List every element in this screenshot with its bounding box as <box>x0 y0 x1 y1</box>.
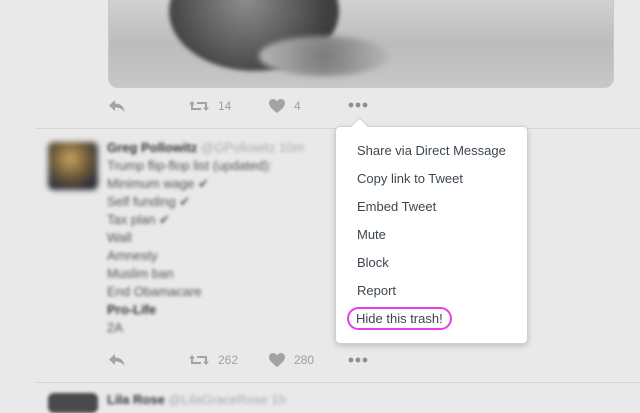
media-shape <box>259 36 389 76</box>
menu-item-block[interactable]: Block <box>336 249 527 277</box>
tweet-line: 2A <box>107 320 123 335</box>
tweet-text: Trump flip-flop list (updated): Minimum … <box>107 157 272 337</box>
tweet-media-image[interactable] <box>108 0 614 88</box>
reply-icon <box>109 100 125 112</box>
author-name[interactable]: Greg Pollowitz <box>107 140 197 155</box>
menu-item-share-dm[interactable]: Share via Direct Message <box>336 137 527 165</box>
more-icon <box>348 357 368 363</box>
like-button[interactable]: 280 <box>268 352 314 368</box>
tweet-time[interactable]: 10m <box>279 140 304 155</box>
tweet-line: Muslim ban <box>107 266 174 281</box>
avatar[interactable] <box>48 142 98 190</box>
tweet-line: End Obamacare <box>107 284 202 299</box>
tweet-line: Wall <box>107 230 132 245</box>
more-button[interactable] <box>348 357 368 363</box>
more-icon <box>348 102 368 108</box>
menu-item-hide[interactable]: Hide this trash! <box>336 305 527 333</box>
menu-item-report[interactable]: Report <box>336 277 527 305</box>
like-button[interactable]: 4 <box>268 98 301 114</box>
tweet-header: Greg Pollowitz @GPollowitz 10m <box>107 139 304 157</box>
reply-icon <box>109 354 125 366</box>
tweet-line: Pro-Life <box>107 302 157 317</box>
tweet-line: Amnesty <box>107 248 158 263</box>
reply-button[interactable] <box>108 98 126 114</box>
retweet-icon <box>189 355 209 365</box>
menu-item-copy-link[interactable]: Copy link to Tweet <box>336 165 527 193</box>
like-count: 280 <box>294 353 315 367</box>
menu-list: Share via Direct Message Copy link to Tw… <box>336 127 527 333</box>
retweet-icon <box>189 101 209 111</box>
retweet-count: 14 <box>218 99 232 113</box>
tweet-line: Trump flip-flop list (updated): <box>107 158 272 173</box>
like-count: 4 <box>294 99 301 113</box>
retweet-count: 262 <box>218 353 239 367</box>
tweet-header: Lila Rose @LilaGraceRose 1h <box>107 391 286 409</box>
tweet-line: Minimum wage ✔ <box>107 176 209 191</box>
more-button[interactable] <box>348 102 368 108</box>
tweet-line: Self funding ✔ <box>107 194 191 209</box>
menu-item-embed[interactable]: Embed Tweet <box>336 193 527 221</box>
like-icon <box>269 99 285 113</box>
tweet-line: Tax plan ✔ <box>107 212 170 227</box>
tweet-divider <box>36 382 640 383</box>
retweet-button[interactable]: 14 <box>188 98 231 114</box>
avatar[interactable] <box>48 393 98 413</box>
menu-item-mute[interactable]: Mute <box>336 221 527 249</box>
retweet-button[interactable]: 262 <box>188 352 238 368</box>
like-icon <box>269 353 285 367</box>
menu-item-hide-label: Hide this trash! <box>347 307 452 330</box>
author-handle: @GPollowitz <box>200 140 276 155</box>
reply-button[interactable] <box>108 352 126 368</box>
timeline: 14 4 Greg Pollowitz @GPollowitz 10m Trum… <box>0 0 640 413</box>
tweet-actions-menu: Share via Direct Message Copy link to Tw… <box>335 117 528 344</box>
